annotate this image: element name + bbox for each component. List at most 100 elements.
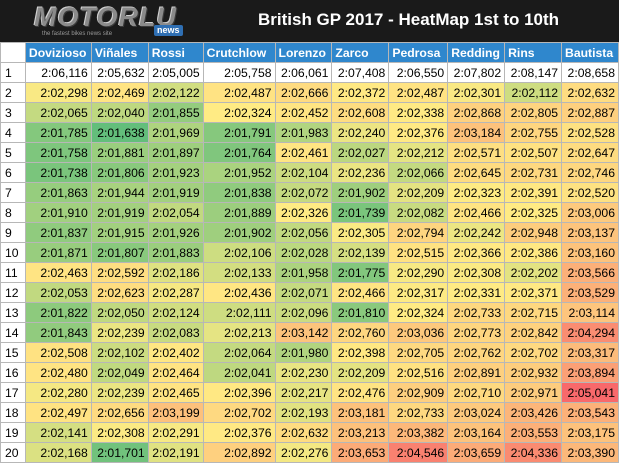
lap-time-cell: 2:03,553 (504, 422, 563, 443)
lap-time-cell: 2:02,324 (202, 102, 276, 123)
lap-time-cell: 2:02,645 (447, 162, 506, 183)
chart-title: British GP 2017 - HeatMap 1st to 10th (258, 10, 560, 29)
lap-time-cell: 2:02,027 (331, 142, 390, 163)
lap-time-cell: 2:01,897 (147, 142, 204, 163)
lap-time-cell: 2:01,902 (202, 222, 276, 243)
lap-time-cell: 2:02,064 (202, 342, 276, 363)
lap-time-cell: 2:02,040 (90, 102, 149, 123)
lap-time-cell: 2:02,892 (202, 442, 276, 463)
lap-time-cell: 2:02,041 (202, 362, 276, 383)
column-header: Lorenzo (274, 42, 333, 63)
lap-number: 2 (0, 82, 26, 103)
lap-time-cell: 2:02,632 (274, 422, 333, 443)
lap-number: 19 (0, 422, 26, 443)
lap-time-cell: 2:03,024 (447, 402, 506, 423)
lap-time-cell: 2:02,066 (388, 162, 449, 183)
lap-time-cell: 2:02,733 (388, 402, 449, 423)
lap-time-cell: 2:02,507 (504, 142, 563, 163)
lap-time-cell: 2:03,213 (331, 422, 390, 443)
lap-time-cell: 2:02,497 (24, 402, 92, 423)
lap-time-cell: 2:01,902 (331, 182, 390, 203)
lap-time-cell: 2:02,932 (504, 362, 563, 383)
lap-time-cell: 2:01,855 (147, 102, 204, 123)
lap-number: 10 (0, 242, 26, 263)
lap-time-cell: 2:02,111 (202, 302, 276, 323)
lap-time-cell: 2:02,141 (24, 422, 92, 443)
lap-time-cell: 2:02,242 (447, 222, 506, 243)
lap-time-cell: 2:01,889 (202, 202, 276, 223)
lap-time-cell: 2:02,452 (274, 102, 333, 123)
lap-row: 10 2:01,871 2:01,807 2:01,883 2:02,106 2:02,0… (0, 242, 619, 263)
lap-time-cell: 2:07,802 (447, 62, 506, 83)
lap-time-cell: 2:02,466 (331, 282, 390, 303)
lap-row: 12 2:02,053 2:02,623 2:02,287 2:02,436 2:02,0… (0, 282, 619, 303)
lap-time-cell: 2:02,202 (504, 262, 563, 283)
lap-number: 13 (0, 302, 26, 323)
lap-time-cell: 2:02,656 (90, 402, 149, 423)
lap-time-cell: 2:01,758 (24, 142, 92, 163)
lap-time-cell: 2:05,758 (202, 62, 276, 83)
lap-time-cell: 2:02,794 (388, 222, 449, 243)
lap-time-cell: 2:03,184 (447, 122, 506, 143)
lap-time-cell: 2:02,290 (388, 262, 449, 283)
column-header: Viñales (90, 42, 149, 63)
lap-time-cell: 2:02,508 (24, 342, 92, 363)
lap-time-cell: 2:03,426 (504, 402, 563, 423)
lap-row: 11 2:02,463 2:02,592 2:02,186 2:02,133 2:01,9… (0, 262, 619, 283)
lap-row: 1 2:06,116 2:05,632 2:05,005 2:05,758 2:06,06… (0, 62, 619, 83)
lap-time-cell: 2:01,806 (90, 162, 149, 183)
lap-time-cell: 2:02,520 (561, 182, 619, 203)
lap-time-cell: 2:03,137 (561, 222, 619, 243)
lap-time-cell: 2:02,746 (561, 162, 619, 183)
lap-row: 18 2:02,497 2:02,656 2:03,199 2:02,702 2:02,1… (0, 402, 619, 423)
lap-time-cell: 2:02,239 (90, 382, 149, 403)
lap-time-cell: 2:02,324 (388, 302, 449, 323)
lap-time-cell: 2:02,762 (447, 342, 506, 363)
lap-number: 8 (0, 202, 26, 223)
lap-time-cell: 2:02,325 (504, 202, 563, 223)
lap-time-cell: 2:02,710 (447, 382, 506, 403)
lap-time-cell: 2:02,461 (274, 142, 333, 163)
lap-time-cell: 2:02,391 (504, 182, 563, 203)
column-header-row: Dovizioso Viñales Rossi Crutchlow Lorenzo Zar… (0, 42, 619, 63)
lap-time-cell: 2:02,209 (388, 182, 449, 203)
lap-number: 4 (0, 122, 26, 143)
lap-time-cell: 2:03,659 (447, 442, 506, 463)
lap-time-cell: 2:02,209 (331, 362, 390, 383)
lap-time-cell: 2:03,653 (331, 442, 390, 463)
lap-time-cell: 2:02,054 (147, 202, 204, 223)
logo-tagline: the fastest bikes news site (42, 31, 113, 37)
lap-time-cell: 2:02,731 (504, 162, 563, 183)
lap-time-cell: 2:01,764 (202, 142, 276, 163)
lap-time-cell: 2:01,785 (24, 122, 92, 143)
lap-time-cell: 2:02,465 (147, 382, 204, 403)
lap-row: 20 2:02,168 2:01,701 2:02,191 2:02,892 2:02,2… (0, 442, 619, 463)
lap-time-cell: 2:01,863 (24, 182, 92, 203)
lap-number: 9 (0, 222, 26, 243)
lap-row: 14 2:01,843 2:02,239 2:02,083 2:02,213 2:03,1… (0, 322, 619, 343)
title-bar: MOTORLU news the fastest bikes news site… (0, 0, 619, 42)
lap-time-cell: 2:02,971 (504, 382, 563, 403)
lap-time-cell: 2:02,082 (388, 202, 449, 223)
lap-time-cell: 2:03,175 (561, 422, 619, 443)
lap-number: 15 (0, 342, 26, 363)
lap-time-cell: 2:01,944 (90, 182, 149, 203)
lap-time-cell: 2:02,236 (331, 162, 390, 183)
lap-time-cell: 2:01,883 (147, 242, 204, 263)
lap-time-cell: 2:06,061 (274, 62, 333, 83)
lap-time-cell: 2:02,608 (331, 102, 390, 123)
column-header: Redding (447, 42, 506, 63)
lap-number: 12 (0, 282, 26, 303)
lap-time-cell: 2:02,592 (90, 262, 149, 283)
lap-time-cell: 2:01,958 (274, 262, 333, 283)
lap-time-cell: 2:02,487 (202, 82, 276, 103)
lap-time-cell: 2:03,006 (561, 202, 619, 223)
lap-time-cell: 2:02,805 (504, 102, 563, 123)
column-header: Zarco (331, 42, 390, 63)
lap-time-cell: 2:02,331 (447, 282, 506, 303)
lap-time-cell: 2:02,053 (24, 282, 92, 303)
lap-time-cell: 2:02,050 (90, 302, 149, 323)
lap-row: 3 2:02,065 2:02,040 2:01,855 2:02,324 2:02,45… (0, 102, 619, 123)
lap-time-cell: 2:02,276 (274, 442, 333, 463)
lap-time-cell: 2:03,160 (561, 242, 619, 263)
